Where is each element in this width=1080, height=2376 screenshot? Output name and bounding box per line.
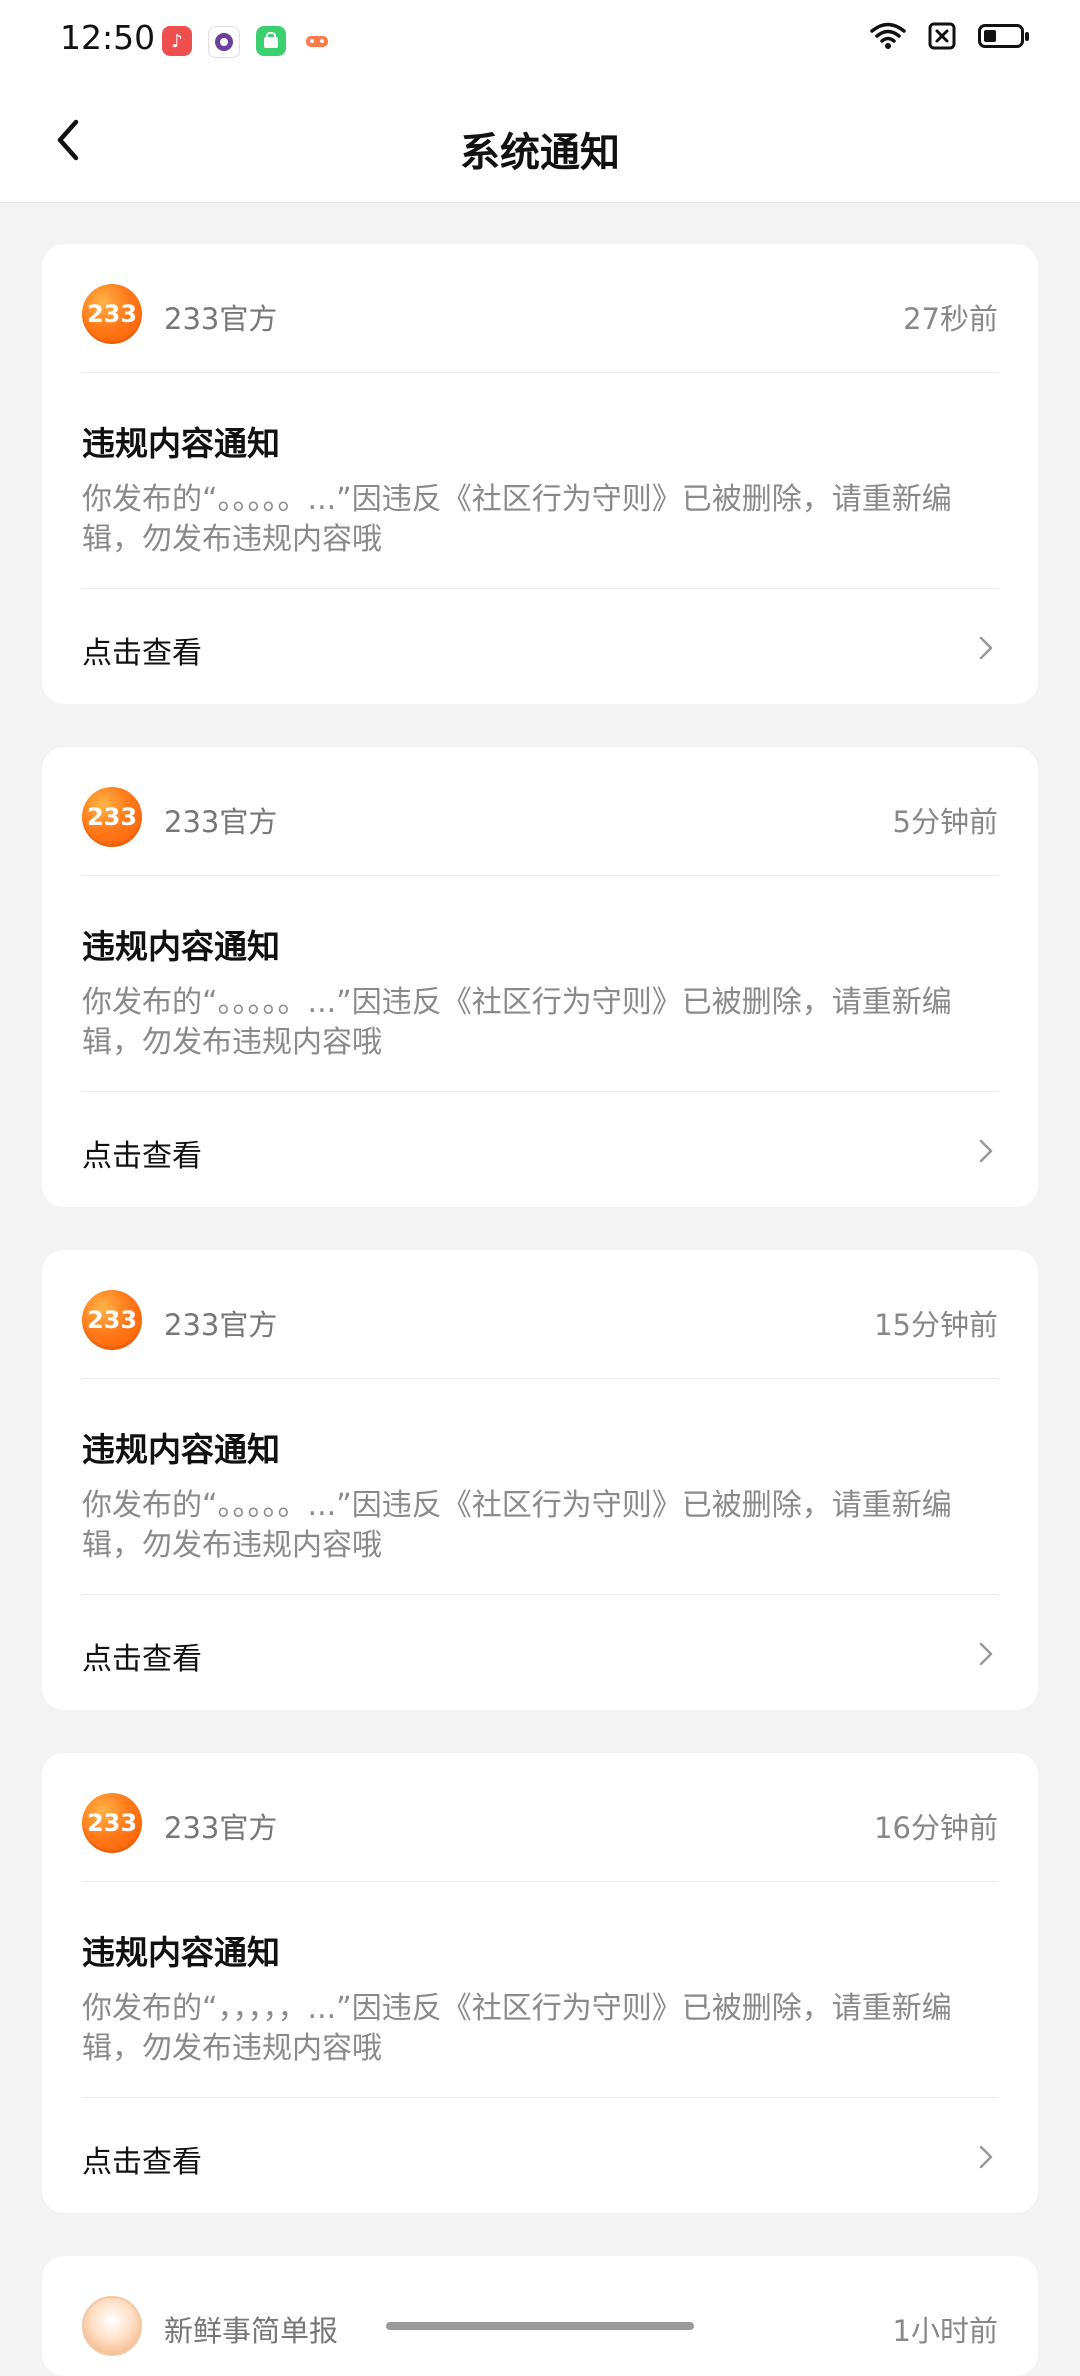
divider [82, 1594, 998, 1595]
page-title: 系统通知 [460, 130, 620, 176]
notice-title: 违规内容通知 [82, 1430, 280, 1469]
view-details-row[interactable]: 点击查看 [82, 628, 998, 718]
sender-avatar: 233 [82, 1793, 142, 1853]
divider [82, 1378, 998, 1379]
battery-icon [978, 24, 1029, 48]
card-header: 233 233官方 15分钟前 [82, 1290, 998, 1354]
sender-avatar: 233 [82, 1290, 142, 1350]
notice-title: 违规内容通知 [82, 927, 280, 966]
chevron-right-icon [974, 1640, 998, 1668]
divider [82, 875, 998, 876]
status-time: 12:50 [60, 18, 156, 57]
notification-card[interactable]: 233 233官方 27秒前 违规内容通知 你发布的“。。。。。...”因违反《… [42, 244, 1038, 704]
card-header: 233 233官方 16分钟前 [82, 1793, 998, 1857]
sender-avatar: 233 [82, 787, 142, 847]
notice-body: 你发布的“。。。。。...”因违反《社区行为守则》已被删除，请重新编辑，勿发布违… [82, 482, 952, 557]
notice-body: 你发布的“。。。。。...”因违反《社区行为守则》已被删除，请重新编辑，勿发布违… [82, 985, 952, 1060]
card-header: 233 233官方 5分钟前 [82, 787, 998, 851]
divider [82, 2097, 998, 2098]
notification-card[interactable]: 233 233官方 15分钟前 违规内容通知 你发布的“。。。。。...”因违反… [42, 1250, 1038, 1710]
chevron-right-icon [974, 634, 998, 662]
view-details-row[interactable]: 点击查看 [82, 1131, 998, 1221]
notification-card[interactable]: 233 233官方 5分钟前 违规内容通知 你发布的“。。。。。...”因违反《… [42, 747, 1038, 1207]
divider [82, 1881, 998, 1882]
view-details-label: 点击查看 [82, 1139, 202, 1174]
sender-avatar [82, 2296, 142, 2356]
sender-name: 新鲜事简单报 [164, 2314, 339, 2348]
notice-title: 违规内容通知 [82, 424, 280, 463]
notice-body: 你发布的“。。。。。...”因违反《社区行为守则》已被删除，请重新编辑，勿发布违… [82, 1488, 952, 1563]
sender-name: 233官方 [164, 805, 278, 839]
top-app-bar: 系统通知 [0, 80, 1080, 203]
view-details-label: 点击查看 [82, 636, 202, 671]
system-status-icons [870, 22, 1029, 50]
divider [82, 1091, 998, 1092]
home-indicator[interactable] [386, 2322, 694, 2330]
notification-card[interactable]: 233 233官方 16分钟前 违规内容通知 你发布的“，，，，，...”因违反… [42, 1753, 1038, 2213]
card-header: 233 233官方 27秒前 [82, 284, 998, 348]
divider [82, 588, 998, 589]
view-details-label: 点击查看 [82, 1642, 202, 1677]
notification-app-icons: ♪ [162, 26, 332, 58]
notice-title: 违规内容通知 [82, 1933, 280, 1972]
status-bar: 12:50 ♪ [0, 0, 1080, 80]
shop-app-icon [256, 26, 286, 56]
sender-name: 233官方 [164, 302, 278, 336]
no-sim-icon [928, 22, 956, 50]
view-details-row[interactable]: 点击查看 [82, 1634, 998, 1724]
notification-time: 5分钟前 [892, 805, 998, 839]
notice-body: 你发布的“，，，，，...”因违反《社区行为守则》已被删除，请重新编辑，勿发布违… [82, 1991, 952, 2066]
sender-avatar: 233 [82, 284, 142, 344]
chevron-right-icon [974, 1137, 998, 1165]
view-details-row[interactable]: 点击查看 [82, 2137, 998, 2227]
chat-app-icon [208, 26, 240, 58]
wifi-icon [870, 22, 906, 49]
notification-time: 15分钟前 [874, 1308, 998, 1342]
divider [82, 372, 998, 373]
notification-time: 27秒前 [903, 302, 998, 336]
chevron-right-icon [974, 2143, 998, 2171]
sender-name: 233官方 [164, 1811, 278, 1845]
notification-card[interactable]: 新鲜事简单报 1小时前 [42, 2256, 1038, 2376]
notification-time: 1小时前 [892, 2314, 998, 2348]
sender-name: 233官方 [164, 1308, 278, 1342]
notification-time: 16分钟前 [874, 1811, 998, 1845]
view-details-label: 点击查看 [82, 2145, 202, 2180]
game-app-icon [302, 26, 332, 56]
music-app-icon: ♪ [162, 26, 192, 56]
